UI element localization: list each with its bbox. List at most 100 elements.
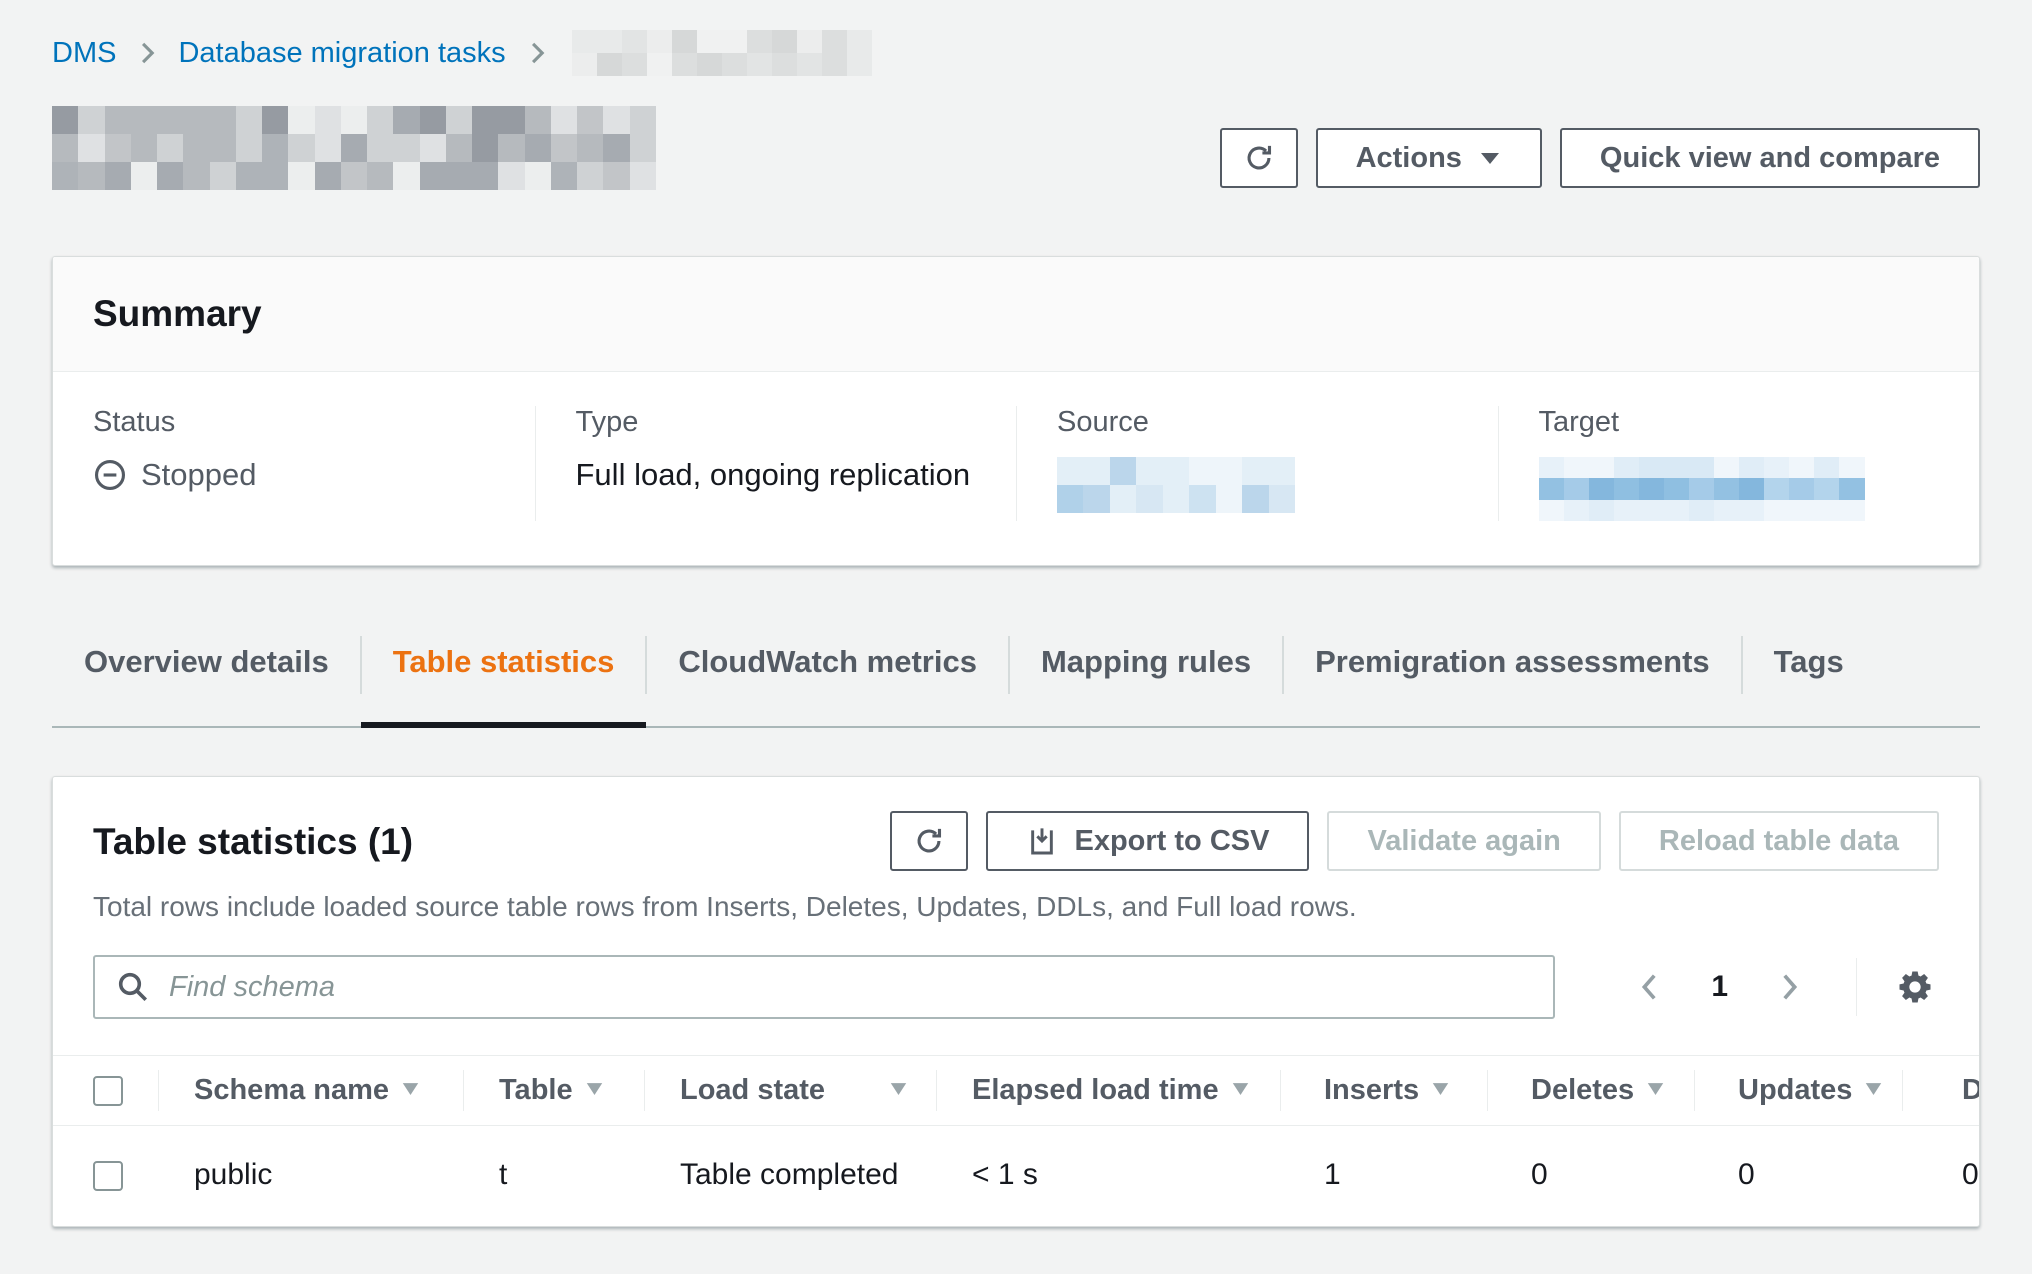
column-label: Inserts bbox=[1324, 1074, 1419, 1106]
chevron-right-icon bbox=[136, 40, 158, 66]
task-tabs: Overview details Table statistics CloudW… bbox=[52, 636, 1980, 728]
type-label: Type bbox=[576, 406, 977, 439]
gear-icon bbox=[1895, 967, 1935, 1007]
next-page-button[interactable] bbox=[1766, 962, 1812, 1012]
export-csv-button[interactable]: Export to CSV bbox=[986, 811, 1309, 871]
sort-icon[interactable] bbox=[1864, 1081, 1883, 1097]
stopped-icon bbox=[93, 458, 127, 492]
cell-inserts: 1 bbox=[1280, 1126, 1487, 1227]
refresh-icon bbox=[912, 824, 946, 858]
source-value-redacted[interactable] bbox=[1057, 457, 1295, 513]
summary-field-target: Target bbox=[1498, 406, 1980, 521]
tab-cloudwatch-metrics[interactable]: CloudWatch metrics bbox=[646, 636, 1009, 726]
column-header-updates[interactable]: Updates bbox=[1694, 1056, 1902, 1126]
page-actions: Actions Quick view and compare bbox=[1220, 128, 1980, 188]
column-label: Table bbox=[499, 1074, 573, 1106]
chevron-right-icon bbox=[526, 40, 548, 66]
column-header-deletes[interactable]: Deletes bbox=[1487, 1056, 1694, 1126]
validate-again-button[interactable]: Validate again bbox=[1327, 811, 1600, 871]
table-refresh-button[interactable] bbox=[890, 811, 968, 871]
table-row: public t Table completed < 1 s 1 0 0 0 bbox=[53, 1126, 1979, 1227]
dms-task-page: DMS Database migration tasks Actions bbox=[0, 0, 2032, 1227]
breadcrumb-link-migration-tasks[interactable]: Database migration tasks bbox=[178, 37, 505, 70]
page-header: Actions Quick view and compare bbox=[52, 106, 1980, 190]
column-header-ddls[interactable]: DDLs bbox=[1902, 1056, 1979, 1126]
quick-view-compare-button[interactable]: Quick view and compare bbox=[1560, 128, 1980, 188]
refresh-icon bbox=[1242, 141, 1276, 175]
sort-icon[interactable] bbox=[889, 1081, 908, 1097]
previous-page-button[interactable] bbox=[1627, 962, 1673, 1012]
divider bbox=[1856, 958, 1857, 1016]
summary-field-type: Type Full load, ongoing replication bbox=[535, 406, 1017, 521]
cell-load-state: Table completed bbox=[644, 1126, 936, 1227]
target-value-redacted[interactable] bbox=[1539, 457, 1865, 521]
reload-table-data-label: Reload table data bbox=[1659, 825, 1899, 858]
sort-icon[interactable] bbox=[1646, 1081, 1665, 1097]
schema-search bbox=[93, 955, 1555, 1019]
tab-overview-details[interactable]: Overview details bbox=[52, 636, 361, 726]
status-text: Stopped bbox=[141, 457, 257, 493]
summary-panel: Summary Status Stopped Type Full load, o… bbox=[52, 256, 1980, 566]
task-name-redacted bbox=[52, 106, 656, 190]
summary-header: Summary bbox=[53, 257, 1979, 372]
download-icon bbox=[1026, 825, 1058, 857]
target-label: Target bbox=[1539, 406, 1940, 439]
search-input[interactable] bbox=[93, 955, 1555, 1019]
summary-title: Summary bbox=[93, 293, 1939, 335]
actions-button-label: Actions bbox=[1356, 142, 1462, 175]
cell-ddls: 0 bbox=[1902, 1126, 1979, 1227]
tab-table-statistics[interactable]: Table statistics bbox=[361, 636, 647, 726]
column-label: Deletes bbox=[1531, 1074, 1634, 1106]
tab-mapping-rules[interactable]: Mapping rules bbox=[1009, 636, 1283, 726]
column-label: Schema name bbox=[194, 1074, 389, 1106]
column-header-elapsed-load-time[interactable]: Elapsed load time bbox=[936, 1056, 1280, 1126]
row-checkbox[interactable] bbox=[93, 1161, 123, 1191]
pagination: 1 bbox=[1627, 958, 1939, 1016]
summary-fields: Status Stopped Type Full load, ongoing r… bbox=[53, 372, 1979, 565]
sort-icon[interactable] bbox=[401, 1081, 420, 1097]
validate-again-label: Validate again bbox=[1367, 825, 1560, 858]
column-header-load-state[interactable]: Load state bbox=[644, 1056, 936, 1126]
breadcrumb-current-redacted bbox=[572, 30, 872, 76]
select-all-checkbox[interactable] bbox=[93, 1076, 123, 1106]
cell-table: t bbox=[463, 1126, 644, 1227]
column-header-table[interactable]: Table bbox=[463, 1056, 644, 1126]
tab-tags[interactable]: Tags bbox=[1742, 636, 1876, 726]
breadcrumb: DMS Database migration tasks bbox=[52, 30, 1980, 76]
column-label: Elapsed load time bbox=[972, 1074, 1219, 1106]
status-value: Stopped bbox=[93, 457, 495, 493]
cell-schema-name: public bbox=[158, 1126, 463, 1227]
sort-icon[interactable] bbox=[1231, 1081, 1250, 1097]
caret-down-icon bbox=[1478, 148, 1502, 168]
cell-deletes: 0 bbox=[1487, 1126, 1694, 1227]
tab-premigration-assessments[interactable]: Premigration assessments bbox=[1283, 636, 1742, 726]
current-page-number[interactable]: 1 bbox=[1711, 970, 1728, 1004]
table-statistics-panel: Table statistics (1) bbox=[52, 776, 1980, 1227]
reload-table-data-button[interactable]: Reload table data bbox=[1619, 811, 1939, 871]
table-statistics-description: Total rows include loaded source table r… bbox=[93, 891, 1939, 923]
type-value: Full load, ongoing replication bbox=[576, 457, 977, 493]
column-label: DDLs bbox=[1962, 1074, 1979, 1106]
quick-view-compare-label: Quick view and compare bbox=[1600, 142, 1940, 175]
cell-updates: 0 bbox=[1694, 1126, 1902, 1227]
column-header-schema-name[interactable]: Schema name bbox=[158, 1056, 463, 1126]
table-header-row: Schema name Table Load state Elapsed loa… bbox=[53, 1056, 1979, 1126]
actions-button[interactable]: Actions bbox=[1316, 128, 1542, 188]
summary-field-source: Source bbox=[1016, 406, 1498, 521]
refresh-button[interactable] bbox=[1220, 128, 1298, 188]
breadcrumb-link-dms[interactable]: DMS bbox=[52, 37, 116, 70]
column-label: Load state bbox=[680, 1074, 825, 1106]
search-icon bbox=[115, 969, 151, 1005]
sort-icon[interactable] bbox=[585, 1081, 604, 1097]
status-label: Status bbox=[93, 406, 495, 439]
column-header-inserts[interactable]: Inserts bbox=[1280, 1056, 1487, 1126]
source-label: Source bbox=[1057, 406, 1458, 439]
table-statistics-table: Schema name Table Load state Elapsed loa… bbox=[53, 1055, 1979, 1226]
cell-elapsed-load-time: < 1 s bbox=[936, 1126, 1280, 1227]
column-label: Updates bbox=[1738, 1074, 1852, 1106]
table-settings-button[interactable] bbox=[1891, 963, 1939, 1011]
export-csv-label: Export to CSV bbox=[1074, 825, 1269, 858]
table-statistics-title: Table statistics (1) bbox=[93, 821, 413, 863]
sort-icon[interactable] bbox=[1431, 1081, 1450, 1097]
table-actions: Export to CSV Validate again Reload tabl… bbox=[890, 811, 1939, 871]
